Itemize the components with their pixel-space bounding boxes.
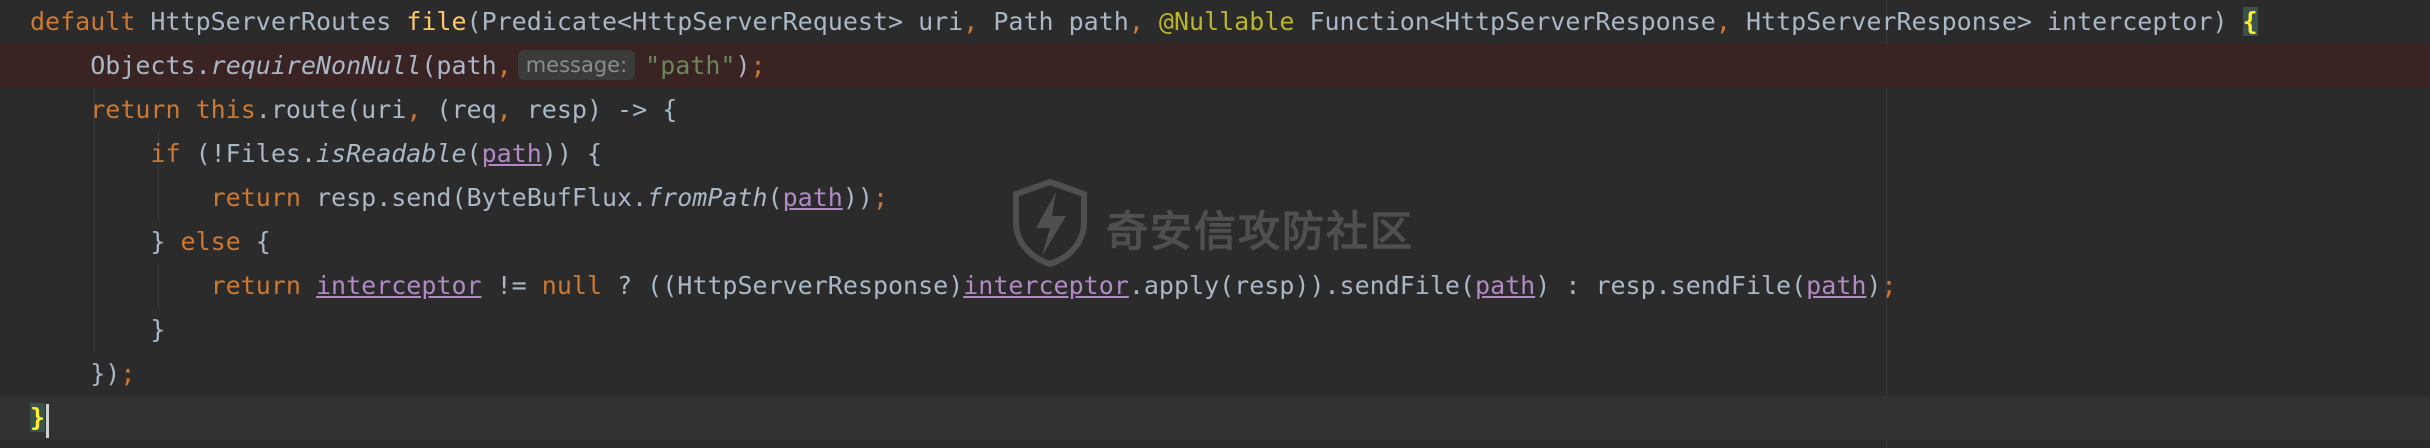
paren: ) [735, 51, 751, 80]
parameter-text: Function<HttpServerResponse [1294, 7, 1716, 36]
param-ref: path [782, 183, 843, 212]
parameter-text: (Predicate<HttpServerRequest> uri [466, 7, 964, 36]
parameter-text: HttpServerResponse> interceptor) [1730, 7, 2243, 36]
comma: , [963, 7, 979, 36]
parameter-hint: message: [517, 50, 636, 80]
code-line-1[interactable]: default HttpServerRoutes file(Predicate<… [0, 0, 2430, 44]
field-ref: interceptor [316, 271, 482, 300]
keyword-return: return [90, 95, 181, 124]
method-call: .apply(resp)).sendFile( [1128, 271, 1476, 300]
method-call: ) : resp.sendFile( [1535, 271, 1807, 300]
method-call: resp.send(ByteBufFlux. [300, 183, 648, 212]
code-line-7[interactable]: return interceptor != null ? ((HttpServe… [0, 264, 2430, 308]
operator: != [481, 271, 542, 300]
comma: , [406, 95, 422, 124]
code-line-8[interactable]: } [0, 308, 2430, 352]
keyword-null: null [541, 271, 603, 300]
brace: { [240, 227, 271, 256]
paren: ) [1866, 271, 1882, 300]
method-call: fromPath [647, 183, 768, 212]
comma: , [496, 51, 512, 80]
paren: )) [842, 183, 873, 212]
type-name: HttpServerRoutes [150, 7, 392, 36]
matched-brace: } [30, 403, 46, 432]
comma: , [1715, 7, 1731, 36]
lambda-params: (req [421, 95, 497, 124]
keyword-return: return [210, 271, 301, 300]
code-line-3[interactable]: return this.route(uri, (req, resp) -> { [0, 88, 2430, 132]
text-caret [46, 404, 49, 438]
method-name: file [406, 7, 467, 36]
parameter-text: Path path [978, 7, 1129, 36]
paren: ( [767, 183, 783, 212]
code-line-10[interactable]: } [0, 396, 2430, 440]
param-ref: path [481, 139, 542, 168]
semicolon: ; [1881, 271, 1897, 300]
code-line-4[interactable]: if (!Files.isReadable(path)) { [0, 132, 2430, 176]
keyword-if: if [150, 139, 181, 168]
code-line-2[interactable]: Objects.requireNonNull(path, message: "pat… [0, 44, 2430, 88]
param-ref: path [1475, 271, 1536, 300]
keyword-default: default [30, 7, 136, 36]
lambda-arrow: resp) -> { [511, 95, 678, 124]
shield-bolt-icon [1013, 178, 1087, 268]
brace: }) [90, 359, 121, 388]
class-ref: Objects. [90, 51, 211, 80]
keyword-this: this [180, 95, 256, 124]
watermark-text: 奇安信攻防社区 [1106, 207, 1415, 256]
comma: , [1128, 7, 1144, 36]
paren: ( [466, 139, 482, 168]
code-editor[interactable]: default HttpServerRoutes file(Predicate<… [0, 0, 2430, 448]
keyword-return: return [210, 183, 301, 212]
condition-text: (!Files. [180, 139, 316, 168]
param-ref: path [1806, 271, 1867, 300]
semicolon: ; [750, 51, 766, 80]
paren: )) { [541, 139, 603, 168]
method-call: isReadable [316, 139, 467, 168]
annotation: @Nullable [1143, 7, 1295, 36]
semicolon: ; [120, 359, 136, 388]
ternary-text: ? ((HttpServerResponse) [602, 271, 964, 300]
field-ref: interceptor [963, 271, 1129, 300]
matched-brace: { [2242, 7, 2258, 36]
string-literal: "path" [645, 51, 736, 80]
method-call: requireNonNull [210, 51, 422, 80]
brace: } [150, 227, 181, 256]
argument-text: (path [421, 51, 497, 80]
code-line-9[interactable]: }); [0, 352, 2430, 396]
brace: } [150, 315, 166, 344]
comma: , [496, 95, 512, 124]
method-call: .route(uri [255, 95, 407, 124]
keyword-else: else [180, 227, 241, 256]
semicolon: ; [872, 183, 888, 212]
